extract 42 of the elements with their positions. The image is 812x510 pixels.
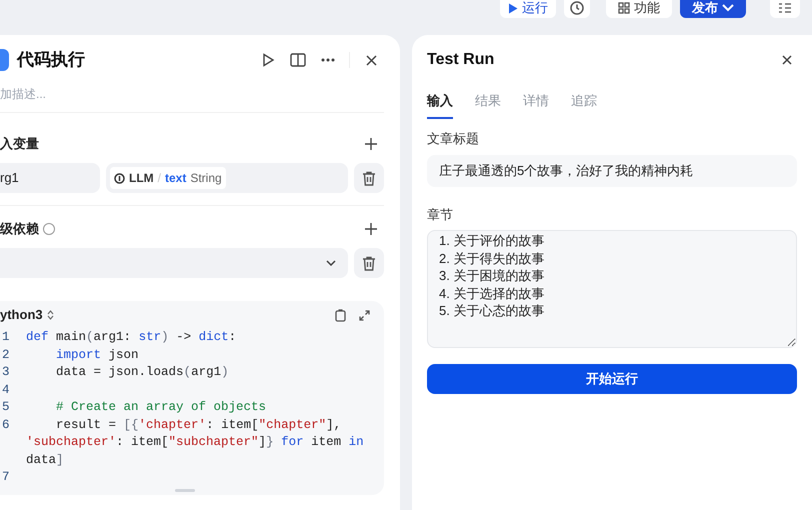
run-button[interactable]: 运行 bbox=[500, 0, 556, 18]
delete-icon[interactable] bbox=[354, 163, 384, 193]
play-icon bbox=[508, 2, 518, 14]
code-line: result = [{'chapter': item["chapter"], 'subchapter': item["subchapter"]} for item in data] bbox=[26, 416, 365, 468]
code-line: import json bbox=[55, 346, 140, 364]
variable-reference-field[interactable]: LLM / text String bbox=[106, 163, 348, 193]
text-input[interactable]: 庄子最通透的5个故事，治好了我的精神内耗 bbox=[427, 154, 797, 186]
sort-arrows-icon bbox=[46, 310, 54, 320]
code-line: data = json.loads(arg1) bbox=[55, 364, 230, 381]
publish-button[interactable]: 发布 bbox=[680, 0, 746, 18]
line-number: 7 bbox=[1, 469, 11, 486]
textarea-field[interactable]: 1. 关于评价的故事 2. 关于得失的故事 3. 关于困境的故事 4. 关于选择的故事 5. 关于心态的故事 bbox=[427, 230, 797, 348]
section-title: 入变量 bbox=[0, 135, 39, 154]
line-number: 1 bbox=[1, 329, 11, 346]
section-title: 级依赖 bbox=[0, 220, 39, 238]
list-icon[interactable] bbox=[770, 0, 800, 18]
start-run-button[interactable]: 开始运行 bbox=[427, 364, 797, 394]
variable-name-field[interactable]: rg1 bbox=[0, 163, 100, 193]
reference-tag: LLM / text String bbox=[110, 167, 226, 189]
chevron-down-icon bbox=[326, 260, 336, 266]
help-icon bbox=[43, 223, 55, 235]
history-icon[interactable] bbox=[564, 0, 590, 18]
code-line: def main(arg1: str) -> dict: bbox=[26, 329, 238, 346]
grid-icon bbox=[618, 2, 630, 14]
chevron-down-icon bbox=[722, 4, 734, 12]
line-number: 6 bbox=[1, 416, 11, 434]
field-label: 文章标题 bbox=[427, 130, 480, 148]
line-number: 4 bbox=[1, 382, 11, 398]
node-icon bbox=[0, 49, 9, 71]
line-number: 2 bbox=[1, 346, 11, 364]
resize-handle[interactable] bbox=[175, 488, 195, 492]
features-button[interactable]: 功能 bbox=[606, 0, 672, 18]
panel-title: Test Run bbox=[427, 50, 494, 70]
node-title: 代码执行 bbox=[17, 49, 85, 72]
line-number: 5 bbox=[1, 399, 11, 416]
tab[interactable]: 输入 bbox=[427, 85, 453, 119]
node-icon bbox=[114, 172, 125, 184]
code-line: # Create an array of objects bbox=[55, 399, 268, 416]
field-label: 章节 bbox=[427, 206, 454, 224]
delete-icon[interactable] bbox=[354, 248, 384, 278]
language-selector[interactable]: ython3 bbox=[0, 305, 54, 325]
line-number: 3 bbox=[1, 364, 11, 381]
